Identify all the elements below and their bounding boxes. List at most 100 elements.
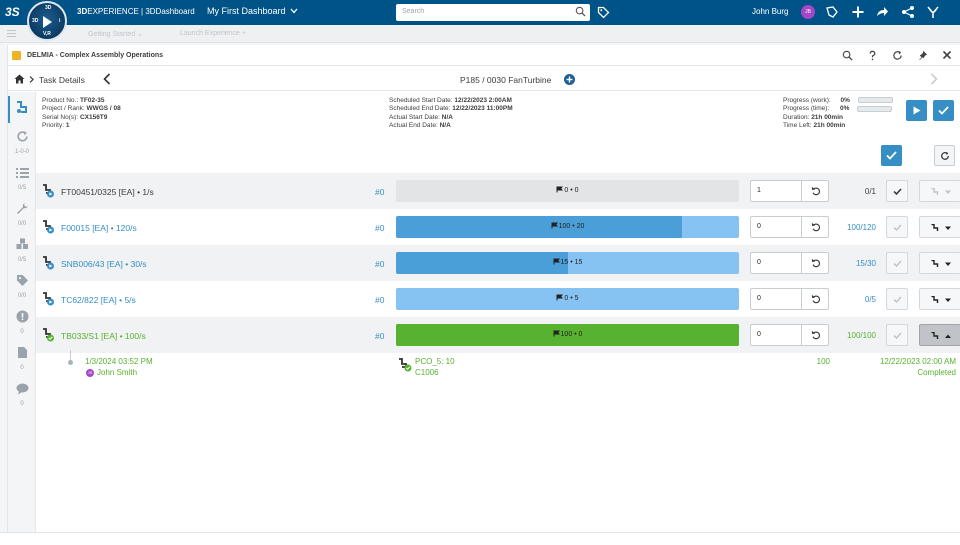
- row-confirm-button[interactable]: [886, 324, 908, 346]
- row-actions-dropdown[interactable]: [919, 180, 960, 202]
- bottom-strip: [0, 532, 960, 545]
- operation-icon: [17, 101, 27, 113]
- details-column-progress: Progress (work): 0% Progress (time): 0% …: [783, 97, 893, 130]
- flag-icon: [556, 186, 564, 193]
- row-quantity-input[interactable]: 1: [750, 180, 802, 202]
- flag-icon: [551, 222, 558, 229]
- compass-button[interactable]: 3D 3D i V,R: [27, 1, 67, 41]
- ds-logo: 3S: [5, 5, 20, 19]
- add-circle-icon[interactable]: [564, 74, 575, 85]
- row-actions-dropdown[interactable]: [919, 324, 960, 346]
- row-confirm-button[interactable]: [886, 180, 908, 202]
- compass-right-label: i: [59, 18, 61, 24]
- part-icon: [931, 188, 939, 195]
- start-button[interactable]: [906, 100, 927, 121]
- sidebar-item-tools[interactable]: 0/0: [8, 202, 36, 227]
- refresh-icon: [941, 151, 949, 160]
- row-number: #0: [375, 223, 385, 233]
- timeline-line: [70, 350, 71, 360]
- sidebar-item-alerts[interactable]: 0: [8, 310, 36, 335]
- refresh-icon[interactable]: [892, 50, 903, 61]
- communication-icon[interactable]: [825, 5, 839, 19]
- row-ratio: 100/120: [847, 223, 876, 232]
- parts-consumed-icon: [399, 358, 412, 372]
- row-progress-text: 100 • 0: [396, 330, 739, 338]
- row-confirm-button[interactable]: [886, 252, 908, 274]
- validate-all-button[interactable]: [881, 145, 902, 166]
- dashboard-selector[interactable]: My First Dashboard: [207, 6, 298, 16]
- row-part-label[interactable]: TC62/822 [EA] • 5/s: [61, 295, 136, 305]
- search-input[interactable]: Search: [396, 4, 590, 21]
- tag-icon: [16, 275, 28, 286]
- play-icon: [913, 106, 921, 115]
- row-part-label[interactable]: SNB006/43 [EA] • 30/s: [61, 259, 147, 269]
- sidebar-item-refresh[interactable]: 1-0-0: [8, 130, 36, 155]
- apps-icon[interactable]: [926, 5, 940, 19]
- next-icon[interactable]: [930, 73, 938, 85]
- row-number: #0: [375, 331, 385, 341]
- row-confirm-button[interactable]: [886, 216, 908, 238]
- sidebar-item-parts[interactable]: 0/5: [8, 238, 36, 263]
- document-icon: [17, 347, 27, 358]
- row-quantity-input[interactable]: 0: [750, 216, 802, 238]
- sidebar-item-list[interactable]: 0/5: [8, 166, 36, 191]
- refresh-all-button[interactable]: [934, 145, 955, 166]
- menu-icon[interactable]: [7, 30, 16, 37]
- check-icon: [893, 188, 902, 195]
- row-part-label[interactable]: TB033/S1 [EA] • 100/s: [61, 331, 146, 341]
- timeline-dot: [68, 360, 73, 365]
- tab-launch-experience[interactable]: Launch Experience +: [180, 30, 246, 37]
- breadcrumb-chevron-icon: [29, 76, 34, 83]
- table-row[interactable]: TB033/S1 [EA] • 100/s #0 100 • 0 0 100/100: [36, 317, 960, 353]
- pin-icon[interactable]: [917, 50, 928, 61]
- row-quantity-input[interactable]: 0: [750, 252, 802, 274]
- add-icon[interactable]: [851, 5, 865, 19]
- play-icon: [43, 16, 52, 28]
- caret-down-icon: [945, 190, 951, 194]
- row-actions-dropdown[interactable]: [919, 288, 960, 310]
- table-row[interactable]: FT00451/0325 [EA] • 1/s #0 0 • 0 1 0/1: [36, 173, 960, 209]
- sidebar-item-operation[interactable]: [8, 100, 36, 119]
- row-part-label[interactable]: FT00451/0325 [EA] • 1/s: [61, 187, 154, 197]
- tab-getting-started[interactable]: Getting Started ⌄: [88, 30, 143, 38]
- table-row[interactable]: SNB006/43 [EA] • 30/s #0 15 • 15 0 15/30: [36, 245, 960, 281]
- alert-icon: [16, 310, 28, 323]
- row-part-label[interactable]: F00015 [EA] • 120/s: [61, 223, 137, 233]
- row-actions-dropdown[interactable]: [919, 216, 960, 238]
- progress-work-bar: [857, 97, 893, 104]
- breadcrumb-task-details[interactable]: Task Details: [39, 75, 85, 85]
- home-icon[interactable]: [14, 74, 25, 84]
- flag-icon: [553, 330, 560, 337]
- sidebar-item-comments[interactable]: 0: [8, 382, 36, 407]
- flag-icon: [556, 294, 564, 301]
- row-confirm-button[interactable]: [886, 288, 908, 310]
- detail-date: 1/3/2024 03:52 PM: [85, 357, 153, 366]
- details-column-dates: Scheduled Start Date: 12/22/2023 2:00AM …: [389, 97, 513, 129]
- help-icon[interactable]: [867, 50, 878, 61]
- row-progress-bar: 100 • 0: [396, 324, 739, 346]
- table-row[interactable]: TC62/822 [EA] • 5/s #0 0 • 5 0 0/5: [36, 281, 960, 317]
- compass-top-label: 3D: [45, 5, 52, 11]
- caret-down-icon: [945, 262, 951, 266]
- search-icon[interactable]: [575, 6, 586, 17]
- app-root: 3S 3DEXPERIENCE | 3DDashboard My First D…: [0, 0, 960, 545]
- row-quantity-input[interactable]: 0: [750, 288, 802, 310]
- tag-icon[interactable]: [597, 6, 610, 19]
- close-icon[interactable]: [942, 50, 952, 60]
- previous-icon[interactable]: [103, 73, 111, 85]
- network-share-icon[interactable]: [901, 5, 915, 19]
- part-icon: [931, 260, 939, 267]
- row-actions-dropdown[interactable]: [919, 252, 960, 274]
- sidebar-item-tags[interactable]: 0/0: [8, 274, 36, 299]
- share-arrow-icon[interactable]: [875, 5, 889, 19]
- search-icon[interactable]: [842, 50, 853, 61]
- row-quantity-input[interactable]: 0: [750, 324, 802, 346]
- table-row[interactable]: F00015 [EA] • 120/s #0 100 • 20 0 100/120: [36, 209, 960, 245]
- user-avatar[interactable]: JB: [801, 5, 815, 19]
- search-placeholder: Search: [402, 8, 425, 15]
- wrench-icon: [16, 203, 28, 214]
- sidebar-item-documents[interactable]: 0: [8, 346, 36, 371]
- complete-button[interactable]: [933, 100, 954, 121]
- user-name[interactable]: John Burg: [752, 7, 788, 16]
- row-progress-bar: 0 • 5: [396, 288, 739, 310]
